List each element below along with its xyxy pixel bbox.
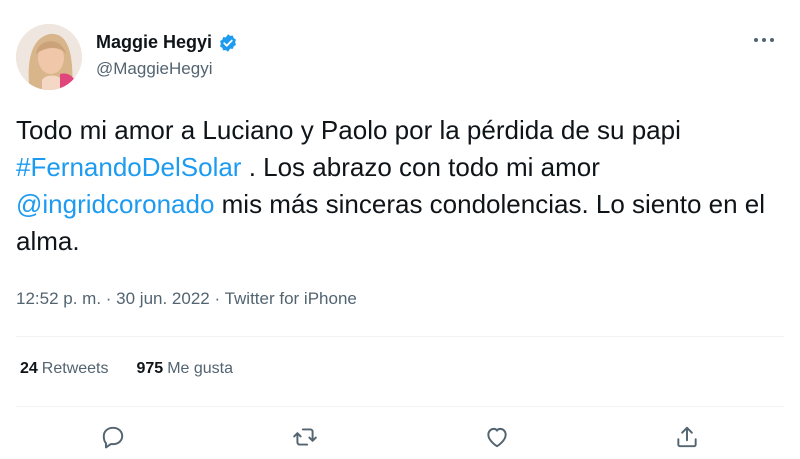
retweets-stat[interactable]: 24 Retweets: [20, 360, 109, 378]
likes-label: Me gusta: [167, 360, 234, 377]
tweet-source[interactable]: Twitter for iPhone: [225, 289, 357, 308]
user-info: Maggie Hegyi @MaggieHegyi: [96, 32, 238, 79]
avatar-image: [16, 24, 82, 90]
tweet-date[interactable]: 30 jun. 2022: [116, 289, 210, 308]
tweet-actions: [0, 420, 800, 454]
avatar[interactable]: [16, 24, 82, 90]
verified-badge-icon: [218, 33, 238, 53]
tweet-time[interactable]: 12:52 p. m.: [16, 289, 101, 308]
retweets-label: Retweets: [41, 360, 109, 377]
display-name[interactable]: Maggie Hegyi: [96, 32, 212, 53]
retweet-icon[interactable]: [288, 420, 322, 454]
retweets-count: 24: [20, 360, 38, 377]
mention-link[interactable]: @ingridcoronado: [16, 189, 214, 219]
tweet-stats: 24 Retweets 975 Me gusta: [20, 360, 233, 378]
divider: [16, 406, 784, 407]
likes-stat[interactable]: 975 Me gusta: [137, 360, 234, 378]
more-icon[interactable]: [750, 30, 778, 50]
user-handle[interactable]: @MaggieHegyi: [96, 59, 238, 79]
share-icon[interactable]: [670, 420, 704, 454]
tweet-metadata: 12:52 p. m. · 30 jun. 2022 · Twitter for…: [16, 289, 357, 309]
likes-count: 975: [136, 360, 164, 377]
tweet-text-part: Todo mi amor a Luciano y Paolo por la pé…: [16, 115, 681, 145]
hashtag-link[interactable]: #FernandoDelSolar: [16, 152, 241, 182]
divider: [16, 336, 784, 337]
tweet-text: Todo mi amor a Luciano y Paolo por la pé…: [16, 112, 786, 260]
meta-separator: ·: [101, 289, 117, 308]
reply-icon[interactable]: [96, 420, 130, 454]
meta-separator: ·: [209, 289, 225, 308]
tweet-header: Maggie Hegyi @MaggieHegyi: [16, 24, 784, 94]
tweet-text-part: . Los abrazo con todo mi amor: [241, 152, 600, 182]
like-icon[interactable]: [480, 420, 514, 454]
